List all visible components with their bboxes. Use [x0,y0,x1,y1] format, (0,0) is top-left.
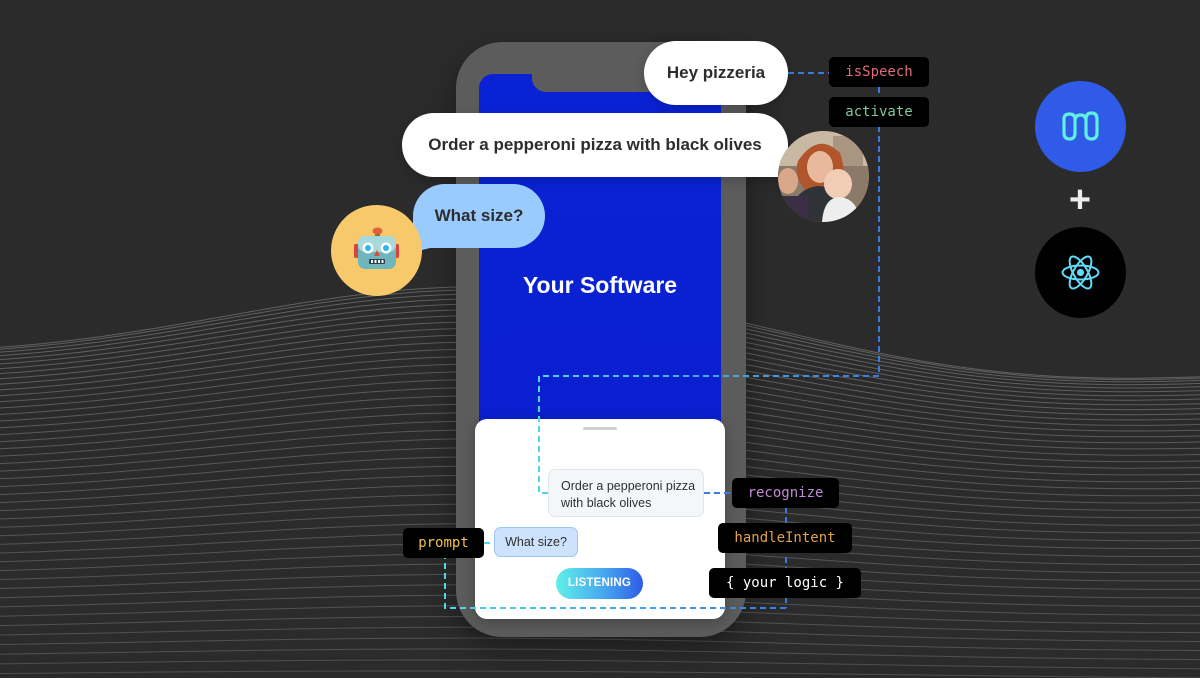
user-photo [778,131,869,222]
react-logo [1035,227,1126,318]
diagram-stage: Your Software Order a pepperoni pizza wi… [0,0,1200,678]
tag-prompt: prompt [403,528,484,558]
tag-isSpeech: isSpeech [829,57,929,87]
panel-user-message-line2: with black olives [561,496,652,510]
user-avatar-photo [778,131,869,222]
wave-line [0,670,1200,678]
react-atom-icon [1061,255,1100,290]
panel-drag-handle[interactable] [583,427,617,430]
panel-user-message-line1: Order a pepperoni pizza [561,479,696,493]
wake-phrase-bubble: Hey pizzeria [644,41,788,105]
wave-logo-icon [1062,111,1099,141]
bot-avatar [331,205,422,296]
wave-line [0,648,1200,661]
tag-your-logic: { your logic } [709,568,861,598]
bot-question-bubble: What size? [413,184,545,248]
user-request-bubble: Order a pepperoni pizza with black olive… [402,113,788,177]
plus-separator: + [1068,179,1092,221]
screen-title: Your Software [522,272,678,298]
robot-icon [354,227,399,269]
listening-button[interactable]: LISTENING [556,568,643,599]
panel-bot-message: What size? [494,527,578,557]
tag-handleIntent: handleIntent [718,523,852,553]
tag-recognize: recognize [732,478,839,508]
wave-line [0,659,1200,670]
tag-activate: activate [829,97,929,127]
panel-user-message: Order a pepperoni pizza with black olive… [548,469,704,517]
voice-platform-logo [1035,81,1126,172]
